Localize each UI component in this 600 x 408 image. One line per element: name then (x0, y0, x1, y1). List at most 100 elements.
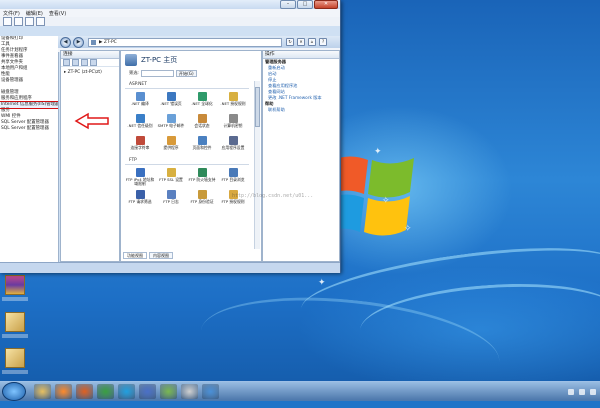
home-icon[interactable]: ⌂ (308, 38, 316, 46)
page-title: ZT-PC 主页 (141, 56, 178, 64)
help-button[interactable] (36, 17, 45, 26)
stop-icon[interactable]: ✕ (297, 38, 305, 46)
feature-label: .NET 全球化 (191, 101, 213, 106)
taskbar-media-player-icon[interactable] (55, 384, 72, 399)
desktop-icon-folder[interactable] (2, 312, 28, 342)
feature-icon (197, 114, 207, 123)
tray-icon[interactable] (590, 388, 596, 395)
refresh-icon[interactable]: ↻ (286, 38, 294, 46)
toolbar (0, 17, 340, 26)
features-list: ASP.NET .NET 编译 .NET 错误页 .NET 全球化 .NET 授权规则.… (125, 81, 249, 247)
system-tray (568, 388, 596, 395)
feature-tile[interactable]: 计算机密钥 (218, 113, 248, 135)
connect-icon[interactable] (63, 59, 70, 66)
tree-item[interactable]: SQL Server 配置管理器 (0, 126, 58, 132)
feature-label: .NET 编译 (131, 101, 149, 106)
feature-label: 连接字符串 (130, 145, 150, 150)
title-bar[interactable]: – □ ✕ (0, 0, 340, 9)
action-link[interactable]: 联机帮助 (263, 107, 339, 113)
sparkle-icon: ✦ (318, 278, 326, 288)
vertical-scrollbar[interactable] (254, 81, 260, 249)
forward-arrow-icon[interactable]: ▶ (73, 36, 84, 48)
feature-label: FTP 日志 (163, 199, 179, 204)
tray-icon[interactable] (568, 388, 574, 395)
taskbar-qq-icon[interactable] (118, 384, 135, 399)
feature-tile[interactable]: .NET 错误页 (156, 91, 186, 113)
feature-tile[interactable]: SMTP 电子邮件 (156, 113, 186, 135)
feature-label: .NET 信任级别 (127, 123, 153, 128)
taskbar-network-icon[interactable] (202, 384, 219, 399)
console-tree: 设备和打印 工具 任务计划程序 事件查看器 共享文件夹 本地用户和组 性能 设备管理器 磁盘管理… (0, 36, 59, 272)
tab-content-view[interactable]: 内容视图 (149, 252, 173, 259)
taskbar-firefox-icon[interactable] (76, 384, 93, 399)
feature-icon (135, 168, 145, 177)
connection-node-server[interactable]: ▸ ZT-PC (zt-PC\zt) (61, 67, 119, 75)
feature-tile[interactable]: .NET 授权规则 (218, 91, 248, 113)
feature-label: FTP 目录浏览 (221, 177, 245, 182)
filter-input[interactable] (140, 69, 174, 77)
help-icon[interactable]: ? (319, 38, 327, 46)
taskbar-chrome-icon[interactable] (97, 384, 114, 399)
feature-icon (166, 136, 176, 145)
feature-tile[interactable]: .NET 全球化 (187, 91, 217, 113)
feature-tile[interactable]: .NET 编译 (125, 91, 155, 113)
connections-pane: 连接 ▸ ZT-PC (zt-PC\zt) (60, 50, 120, 262)
feature-tile[interactable]: FTP 请求筛选 (125, 189, 155, 211)
menu-bar: 文件(F) 编辑(E) 查看(V) (0, 9, 340, 17)
tab-features-view[interactable]: 功能视图 (123, 252, 147, 259)
tray-icon[interactable] (579, 388, 585, 395)
feature-label: FTP SSL 设置 (159, 177, 183, 182)
feature-label: FTP 请求筛选 (128, 199, 152, 204)
feature-tile[interactable]: FTP 日志 (156, 189, 186, 211)
section-header[interactable]: ASP.NET (125, 81, 249, 89)
feature-tile[interactable]: 页面和控件 (187, 135, 217, 157)
feature-tile[interactable]: 会话状态 (187, 113, 217, 135)
properties-button[interactable] (25, 17, 34, 26)
feature-tile[interactable]: 连接字符串 (125, 135, 155, 157)
red-arrow-annotation (74, 112, 109, 130)
taskbar-explorer-icon[interactable] (34, 384, 51, 399)
forward-button[interactable] (14, 17, 23, 26)
feature-label: 计算机密钥 (223, 123, 243, 128)
feature-tile[interactable]: FTP 身份验证 (187, 189, 217, 211)
feature-icon (228, 114, 238, 123)
minimize-button[interactable]: – (280, 0, 296, 9)
taskbar-photo-icon[interactable] (181, 384, 198, 399)
address-bar[interactable]: ▶ ZT-PC (88, 37, 282, 47)
feature-tile[interactable]: 应用程序设置 (218, 135, 248, 157)
save-icon[interactable] (72, 59, 79, 66)
desktop-icon-folder[interactable] (2, 348, 28, 378)
feature-tile[interactable]: .NET 信任级别 (125, 113, 155, 135)
close-button[interactable]: ✕ (314, 0, 338, 9)
desktop-icon-archive[interactable] (2, 275, 28, 305)
server-home-icon (125, 54, 137, 66)
feature-label: FTP 身份验证 (190, 199, 214, 204)
feature-tile[interactable]: FTP IPv4 地址和域限制 (125, 167, 155, 189)
taskbar-app-icon[interactable] (160, 384, 177, 399)
feature-label: .NET 错误页 (160, 101, 182, 106)
scroll-thumb[interactable] (255, 87, 260, 127)
section-header[interactable]: FTP (125, 157, 249, 165)
back-arrow-icon[interactable]: ◀ (60, 36, 71, 48)
back-button[interactable] (3, 17, 12, 26)
feature-icon (197, 136, 207, 145)
feature-tile[interactable]: FTP 目录浏览 (218, 167, 248, 189)
feature-tile[interactable]: 提供程序 (156, 135, 186, 157)
feature-label: 提供程序 (163, 145, 179, 150)
feature-icon (135, 92, 145, 101)
connect-server-icon[interactable] (90, 59, 97, 66)
feature-tile[interactable]: FTP SSL 设置 (156, 167, 186, 189)
feature-icon (197, 190, 207, 199)
menu-file[interactable]: 文件(F) (3, 10, 20, 17)
menu-edit[interactable]: 编辑(E) (26, 10, 43, 17)
feature-tile[interactable]: FTP 防火墙支持 (187, 167, 217, 189)
menu-view[interactable]: 查看(V) (49, 10, 66, 17)
filter-go-button[interactable]: 开始(G) (175, 69, 197, 77)
start-button[interactable] (2, 382, 26, 401)
taskbar-baidu-icon[interactable] (139, 384, 156, 399)
filter-row: 筛选: 开始(G) (121, 69, 261, 77)
up-icon[interactable] (81, 59, 88, 66)
maximize-button[interactable]: □ (297, 0, 313, 9)
watermark: http://blog.csdn.net/u01... (232, 193, 314, 199)
status-bar (0, 262, 340, 273)
